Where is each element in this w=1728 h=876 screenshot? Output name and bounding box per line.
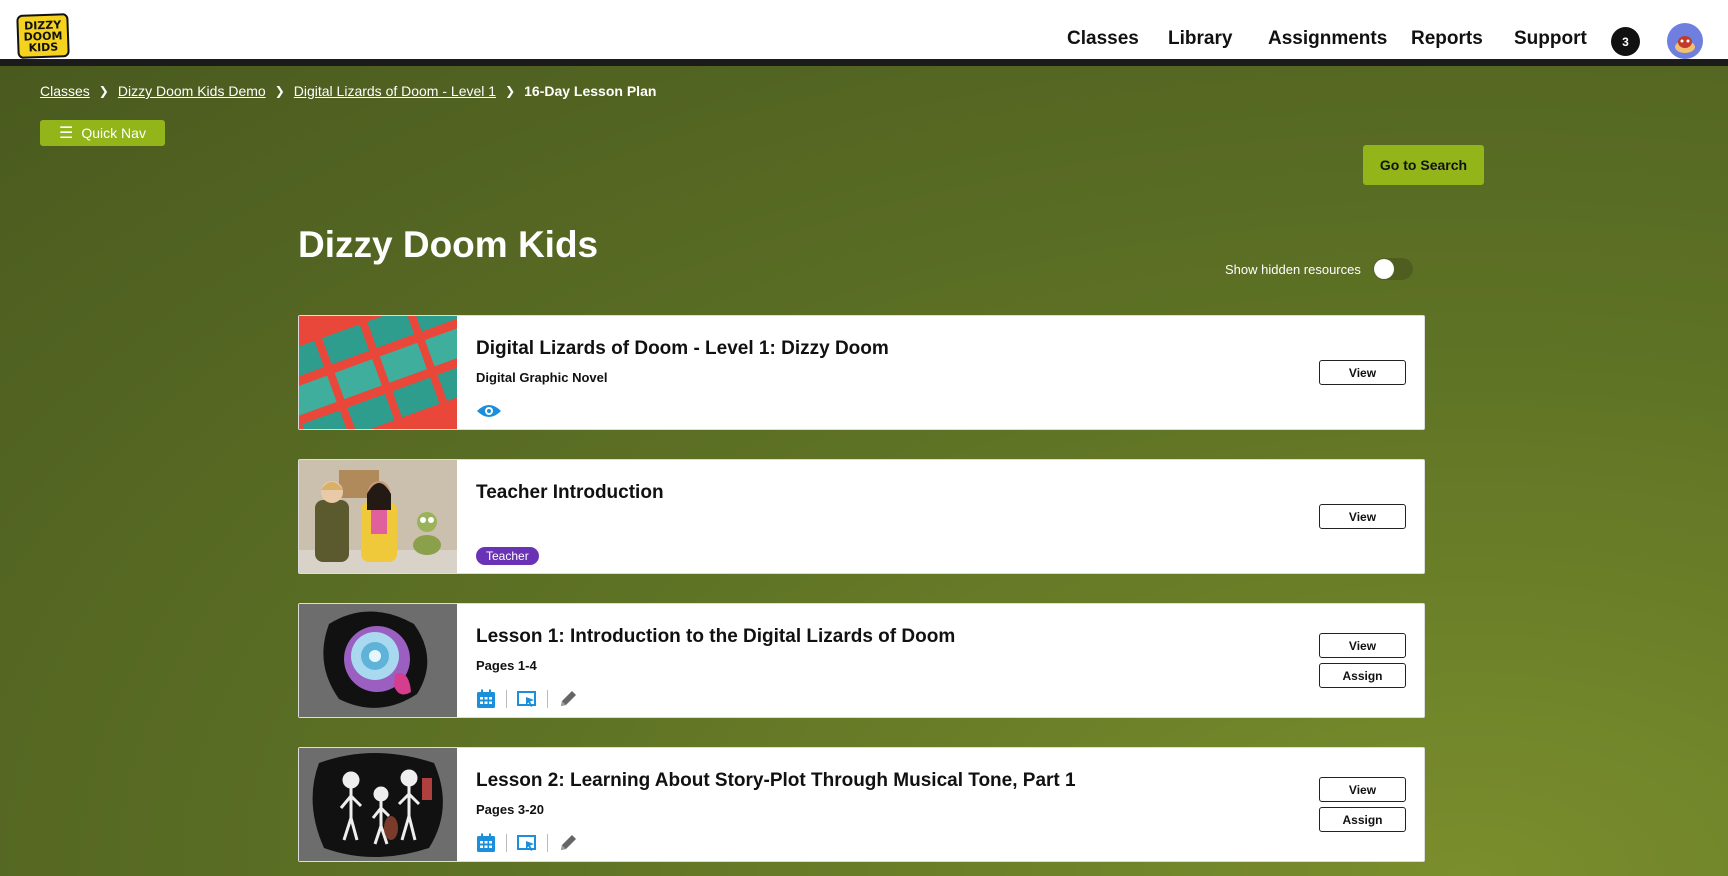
card-title[interactable]: Teacher Introduction (476, 482, 664, 504)
assign-button[interactable]: Assign (1319, 807, 1406, 832)
dizzy-doom-kids-logo[interactable]: DIZZY DOOM KIDS (16, 13, 70, 59)
resource-card-teacher-introduction: Teacher Introduction Teacher View (298, 459, 1425, 574)
card-icon-row (476, 833, 578, 853)
card-icon-row (476, 689, 578, 709)
go-to-search-button[interactable]: Go to Search (1363, 145, 1484, 185)
card-title[interactable]: Lesson 1: Introduction to the Digital Li… (476, 626, 955, 648)
teacher-tag-badge: Teacher (476, 547, 539, 565)
lesson-2-thumbnail (299, 748, 457, 861)
card-subtitle: Digital Graphic Novel (476, 370, 608, 385)
quick-nav-button[interactable]: ☰ Quick Nav (40, 120, 165, 146)
breadcrumb: Classes ❯ Dizzy Doom Kids Demo ❯ Digital… (40, 83, 656, 99)
nav-support[interactable]: Support (1514, 28, 1587, 50)
hamburger-menu-icon: ☰ (59, 125, 74, 142)
card-title[interactable]: Lesson 2: Learning About Story-Plot Thro… (476, 770, 1076, 792)
nav-reports[interactable]: Reports (1411, 28, 1483, 50)
breadcrumb-current: 16-Day Lesson Plan (524, 83, 657, 99)
view-button[interactable]: View (1319, 504, 1406, 529)
show-hidden-resources-control: Show hidden resources (1225, 258, 1413, 280)
view-button[interactable]: View (1319, 360, 1406, 385)
main-content: Classes ❯ Dizzy Doom Kids Demo ❯ Digital… (0, 66, 1728, 876)
nav-library[interactable]: Library (1168, 28, 1232, 50)
resource-card-lesson-2: Lesson 2: Learning About Story-Plot Thro… (298, 747, 1425, 862)
assign-button[interactable]: Assign (1319, 663, 1406, 688)
show-hidden-resources-toggle[interactable] (1372, 258, 1413, 280)
resource-card-lesson-1: Lesson 1: Introduction to the Digital Li… (298, 603, 1425, 718)
breadcrumb-unit[interactable]: Digital Lizards of Doom - Level 1 (294, 83, 496, 99)
view-button[interactable]: View (1319, 633, 1406, 658)
chevron-right-icon: ❯ (274, 84, 285, 98)
card-icon-row (476, 402, 502, 420)
card-title[interactable]: Digital Lizards of Doom - Level 1: Dizzy… (476, 338, 889, 360)
card-subtitle: Pages 3-20 (476, 802, 544, 817)
lesson-1-thumbnail (299, 604, 457, 717)
calendar-icon[interactable] (476, 833, 496, 853)
page-title: Dizzy Doom Kids (298, 224, 599, 265)
avatar-character-icon (1675, 36, 1695, 53)
resource-card-graphic-novel: Digital Lizards of Doom - Level 1: Dizzy… (298, 315, 1425, 430)
chevron-right-icon: ❯ (505, 84, 516, 98)
presentation-icon[interactable] (517, 833, 537, 853)
pencil-icon[interactable] (558, 689, 578, 709)
breadcrumb-class-demo[interactable]: Dizzy Doom Kids Demo (118, 83, 266, 99)
notification-badge[interactable]: 3 (1611, 27, 1640, 56)
user-avatar[interactable] (1667, 23, 1703, 59)
chevron-right-icon: ❯ (98, 84, 109, 98)
presentation-icon[interactable] (517, 689, 537, 709)
teacher-introduction-thumbnail (299, 460, 457, 573)
show-hidden-resources-label: Show hidden resources (1225, 261, 1361, 277)
nav-classes[interactable]: Classes (1067, 28, 1139, 50)
eye-icon[interactable] (476, 402, 502, 420)
pencil-icon[interactable] (558, 833, 578, 853)
top-navigation-bar: DIZZY DOOM KIDS Classes Library Assignme… (0, 0, 1728, 66)
nav-assignments[interactable]: Assignments (1268, 28, 1387, 50)
graphic-novel-thumbnail (299, 316, 457, 429)
toggle-knob (1373, 259, 1394, 279)
calendar-icon[interactable] (476, 689, 496, 709)
breadcrumb-classes[interactable]: Classes (40, 83, 90, 99)
view-button[interactable]: View (1319, 777, 1406, 802)
card-subtitle: Pages 1-4 (476, 658, 537, 673)
